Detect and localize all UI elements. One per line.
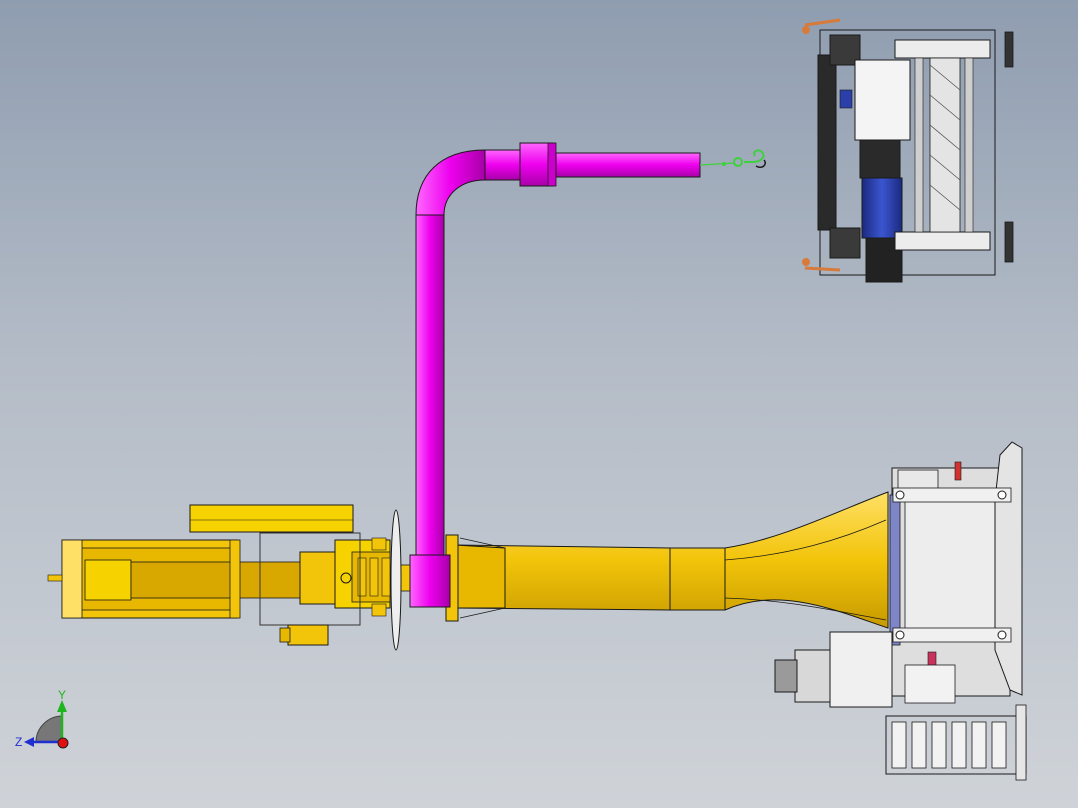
hook-icon <box>733 157 743 167</box>
robot-arm-assembly[interactable] <box>47 491 889 651</box>
z-axis-label: Z <box>15 735 22 749</box>
cad-viewport[interactable]: Y Z <box>0 0 1078 808</box>
arm-top-plate <box>189 504 354 533</box>
end-effector[interactable] <box>802 18 1014 283</box>
arm-small-cylinder <box>287 624 329 646</box>
arm-main-tube <box>454 491 889 629</box>
servo-motor <box>829 631 893 708</box>
arm-disc <box>390 509 402 651</box>
pipe-horizontal <box>484 149 521 181</box>
pipe-elbow <box>415 149 486 216</box>
arm-joint-housing <box>299 551 336 605</box>
coordinate-triad: Y Z <box>15 688 69 749</box>
cable-chain <box>885 704 1027 781</box>
arm-flange-cone <box>454 544 506 609</box>
effector-blue-motor <box>861 177 903 239</box>
base-housing[interactable] <box>774 441 1027 781</box>
x-axis-dot <box>57 737 69 749</box>
magenta-pipe[interactable] <box>409 142 767 608</box>
y-axis-label: Y <box>58 688 66 702</box>
pipe-vertical <box>415 214 445 561</box>
pipe-end <box>555 152 701 178</box>
model-scene[interactable]: Y Z <box>0 0 1078 808</box>
pipe-base <box>409 554 451 608</box>
